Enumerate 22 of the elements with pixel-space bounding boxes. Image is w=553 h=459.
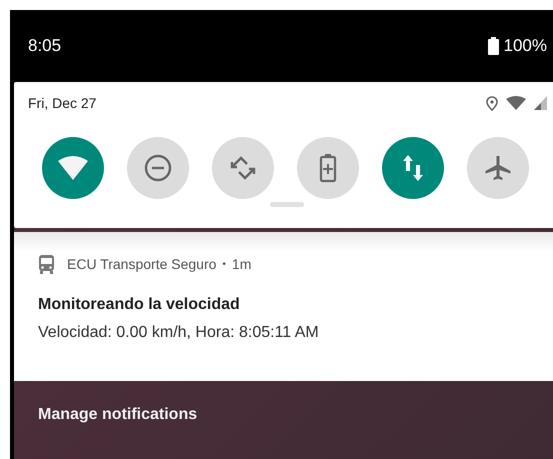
drag-handle[interactable] (270, 202, 304, 207)
separator-dot: • (222, 258, 226, 270)
wifi-icon (58, 156, 88, 180)
clock-time: 8:05 (28, 36, 62, 56)
app-name: ECU Transporte Seguro (67, 256, 216, 272)
date-label: Fri, Dec 27 (28, 95, 96, 111)
cell-signal-icon (534, 96, 547, 110)
notification-card[interactable]: ECU Transporte Seguro • 1m Monitoreando la velocidad Velocidad: 0.00 km/h, Hora: 8:05:11 AM (14, 232, 553, 381)
minus-circle-icon (144, 154, 172, 182)
notification-text: Velocidad: 0.00 km/h, Hora: 8:05:11 AM (38, 324, 320, 342)
airplane-icon (484, 154, 512, 182)
bus-icon (38, 254, 55, 274)
notification-time: 1m (232, 256, 252, 272)
manage-notifications-button[interactable]: Manage notifications (36, 404, 200, 426)
location-icon (486, 96, 498, 110)
rotate-icon (229, 154, 257, 182)
notification-title: Monitoreando la velocidad (38, 296, 241, 314)
battery-plus-icon (319, 153, 337, 183)
wifi-signal-icon (506, 96, 526, 110)
battery-icon (488, 37, 499, 55)
data-arrows-icon (403, 155, 423, 181)
battery-percent: 100% (504, 36, 547, 56)
